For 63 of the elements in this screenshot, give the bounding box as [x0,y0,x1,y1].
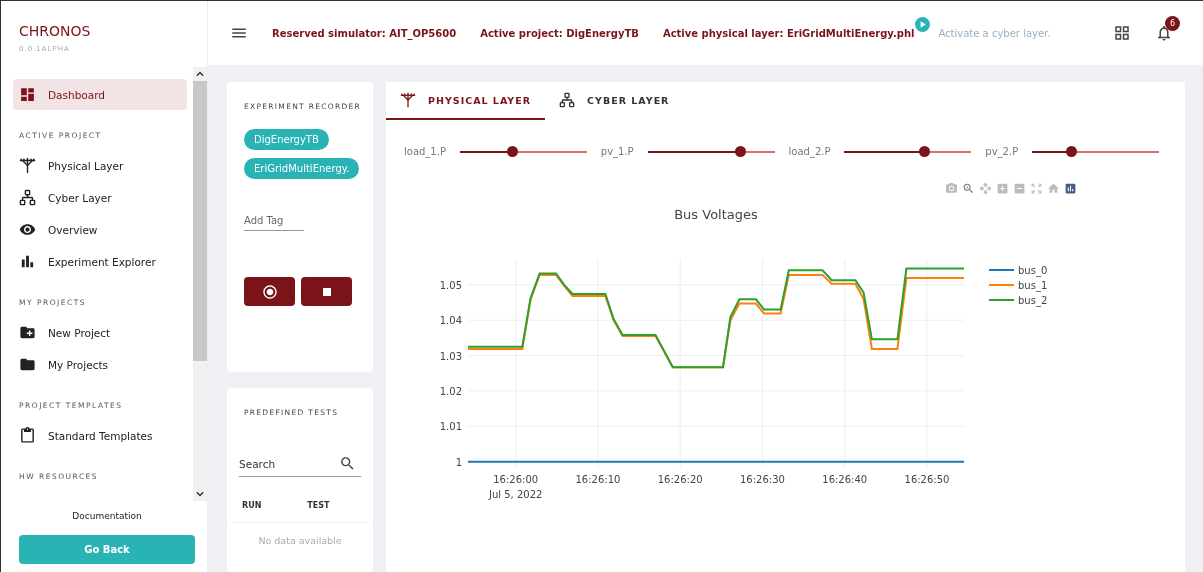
folder-plus-icon [19,324,36,341]
x-tick-label: 16:26:20 [657,474,703,485]
tower-icon [400,92,416,108]
y-tick-label: 1.02 [439,385,462,397]
clipboard-icon [19,427,36,444]
documentation-link[interactable]: Documentation [72,511,142,521]
empty-message: No data available [230,522,370,558]
nav-item[interactable]: Dashboard [13,79,187,110]
y-tick-label: 1.03 [439,350,462,362]
nav-item[interactable]: New Project [13,317,187,348]
y-tick-label: 1.01 [439,421,462,433]
search-icon [339,455,356,472]
x-tick-label: 16:26:10 [575,474,621,485]
slider-thumb[interactable] [735,145,747,157]
chart-logo-icon[interactable] [1064,181,1077,195]
x-tick-label: 16:26:30 [740,474,785,485]
x-tick-label: 16:26:50 [904,474,950,485]
stop-button[interactable] [301,277,352,306]
column-header: TEST [307,501,330,510]
slider-label: pv_1.P [600,146,634,157]
play-icon[interactable] [915,16,931,32]
status-text: Active physical layer: EriGridMultiEnergy.phl [662,27,915,39]
record-icon [261,283,278,300]
record-button[interactable] [244,277,295,306]
column-header: RUN [242,501,262,510]
slider-label: load_2.P [788,146,831,157]
nav-item[interactable]: Overview [13,214,187,245]
nav-item[interactable]: Physical Layer [13,150,187,181]
slider-label: load_1.P [404,146,446,157]
status-text: Active project: DigEnergyTB [480,27,639,39]
slider-thumb[interactable] [919,145,931,157]
status-text: Reserved simulator: AIT_OP5600 [272,27,457,39]
app-title: CHRONOS [19,23,92,39]
scrollbar-thumb[interactable] [193,81,207,361]
nav-item[interactable]: Standard Templates [13,420,187,451]
x-tick-label: 16:26:00 Jul 5, 2022 [489,474,543,500]
y-tick-label: 1.05 [439,279,462,291]
nav-item[interactable]: My Projects [13,349,187,380]
chart-title: Bus Voltages [674,207,758,222]
y-tick-label: 1 [455,456,462,468]
tower-icon [19,157,36,174]
folder-icon [19,356,36,373]
network-icon [19,189,36,206]
legend-label[interactable]: bus_1 [1018,280,1048,291]
eye-icon [19,221,36,238]
layer-tab[interactable]: PHYSICAL LAYER [386,82,546,120]
slider-thumb[interactable] [506,145,518,157]
x-tick-label: 16:26:40 [822,474,868,485]
nav-item[interactable]: Cyber Layer [13,182,187,213]
nav-item[interactable]: Experiment Explorer [13,246,187,277]
legend-label[interactable]: bus_0 [1018,265,1048,276]
notification-badge: 6 [1165,16,1180,31]
dashboard-icon [19,86,36,103]
zoom-icon[interactable] [962,181,975,195]
network-icon [559,92,576,108]
bar-chart-icon [19,253,36,270]
slider-label: pv_2.P [985,146,1019,157]
y-tick-label: 1.04 [439,315,462,327]
legend-label[interactable]: bus_2 [1018,295,1048,306]
grid-icon[interactable] [1113,24,1131,42]
slider-thumb[interactable] [1066,145,1078,157]
layer-tab[interactable]: CYBER LAYER [545,82,684,120]
status-text: Activate a cyber layer. [938,27,1051,39]
